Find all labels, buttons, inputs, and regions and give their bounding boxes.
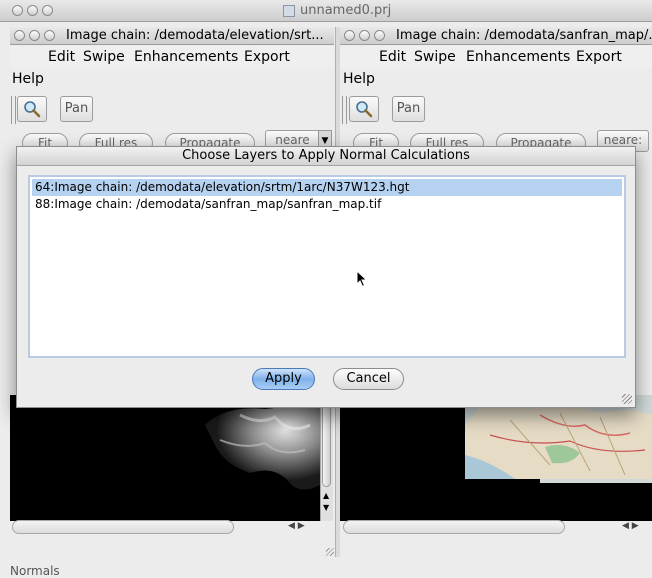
menu-help[interactable]: Help [12, 71, 44, 87]
right-hscroll-arrows[interactable]: ◀ ▶ [622, 521, 639, 531]
elevation-image [10, 395, 320, 521]
close-icon[interactable] [344, 30, 355, 41]
left-window-titlebar: Image chain: /demodata/elevation/srt... [10, 27, 334, 45]
left-vertical-scrollbar[interactable]: ▲ ▼ [320, 395, 333, 521]
zoom-icon[interactable] [44, 30, 55, 41]
scroll-up-arrow-icon[interactable]: ▲ [323, 491, 329, 500]
window-resize-grip[interactable] [326, 548, 334, 556]
menu-enhancements[interactable]: Enhancements [134, 49, 238, 65]
menu-export[interactable]: Export [244, 49, 290, 65]
minimize-icon[interactable] [27, 5, 38, 16]
list-item[interactable]: 64:Image chain: /demodata/elevation/srtm… [32, 179, 622, 196]
choose-layers-dialog: Choose Layers to Apply Normal Calculatio… [16, 146, 636, 408]
menu-export[interactable]: Export [576, 49, 622, 65]
zoom-tool-button[interactable] [349, 96, 379, 122]
right-toolbar-grip [342, 96, 347, 124]
scroll-thumb[interactable] [322, 403, 331, 487]
left-hscroll-arrows[interactable]: ◀ ▶ [288, 521, 305, 531]
minimize-icon[interactable] [359, 30, 370, 41]
zoom-icon[interactable] [42, 5, 53, 16]
left-menubar: Edit Swipe Enhancements Export [10, 46, 334, 68]
menu-swipe[interactable]: Swipe [414, 49, 456, 65]
right-window-title: Image chain: /demodata/sanfran_map/... [396, 28, 652, 43]
mouse-cursor-icon [356, 270, 368, 288]
menu-help[interactable]: Help [343, 71, 375, 87]
dialog-title: Choose Layers to Apply Normal Calculatio… [17, 147, 635, 166]
right-horizontal-scrollbar[interactable] [343, 520, 565, 534]
left-window-title: Image chain: /demodata/elevation/srt... [66, 28, 324, 43]
layer-list[interactable]: 64:Image chain: /demodata/elevation/srtm… [28, 175, 626, 358]
close-icon[interactable] [12, 5, 23, 16]
app-titlebar: unnamed0.prj [0, 0, 652, 22]
zoom-tool-button[interactable] [17, 96, 47, 122]
app-title: unnamed0.prj [300, 3, 392, 18]
right-image-view[interactable] [340, 395, 652, 521]
magnifier-icon [356, 101, 373, 118]
zoom-icon[interactable] [374, 30, 385, 41]
menu-edit[interactable]: Edit [379, 49, 406, 65]
right-window-controls[interactable] [344, 30, 385, 41]
minimize-icon[interactable] [29, 30, 40, 41]
menu-swipe[interactable]: Swipe [83, 49, 125, 65]
status-text: Normals [10, 564, 60, 578]
scroll-down-arrow-icon[interactable]: ▼ [323, 503, 329, 512]
list-item[interactable]: 88:Image chain: /demodata/sanfran_map/sa… [32, 196, 622, 213]
sanfran-map-image [340, 395, 652, 521]
dialog-resize-grip[interactable] [622, 394, 632, 404]
pan-tool-button[interactable]: Pan [392, 96, 425, 122]
document-icon [283, 5, 295, 17]
right-window-titlebar: Image chain: /demodata/sanfran_map/... [340, 27, 652, 45]
app-window-controls[interactable] [12, 5, 53, 16]
cancel-button[interactable]: Cancel [333, 368, 404, 390]
magnifier-icon [24, 101, 41, 118]
menu-edit[interactable]: Edit [48, 49, 75, 65]
left-toolbar-grip [11, 96, 16, 124]
close-icon[interactable] [14, 30, 25, 41]
left-image-view[interactable] [10, 395, 320, 521]
left-horizontal-scrollbar[interactable] [12, 520, 234, 534]
menu-enhancements[interactable]: Enhancements [466, 49, 570, 65]
right-menubar: Edit Swipe Enhancements Export [340, 46, 652, 68]
pan-tool-button[interactable]: Pan [60, 96, 93, 122]
apply-button[interactable]: Apply [252, 368, 315, 390]
left-window-controls[interactable] [14, 30, 55, 41]
